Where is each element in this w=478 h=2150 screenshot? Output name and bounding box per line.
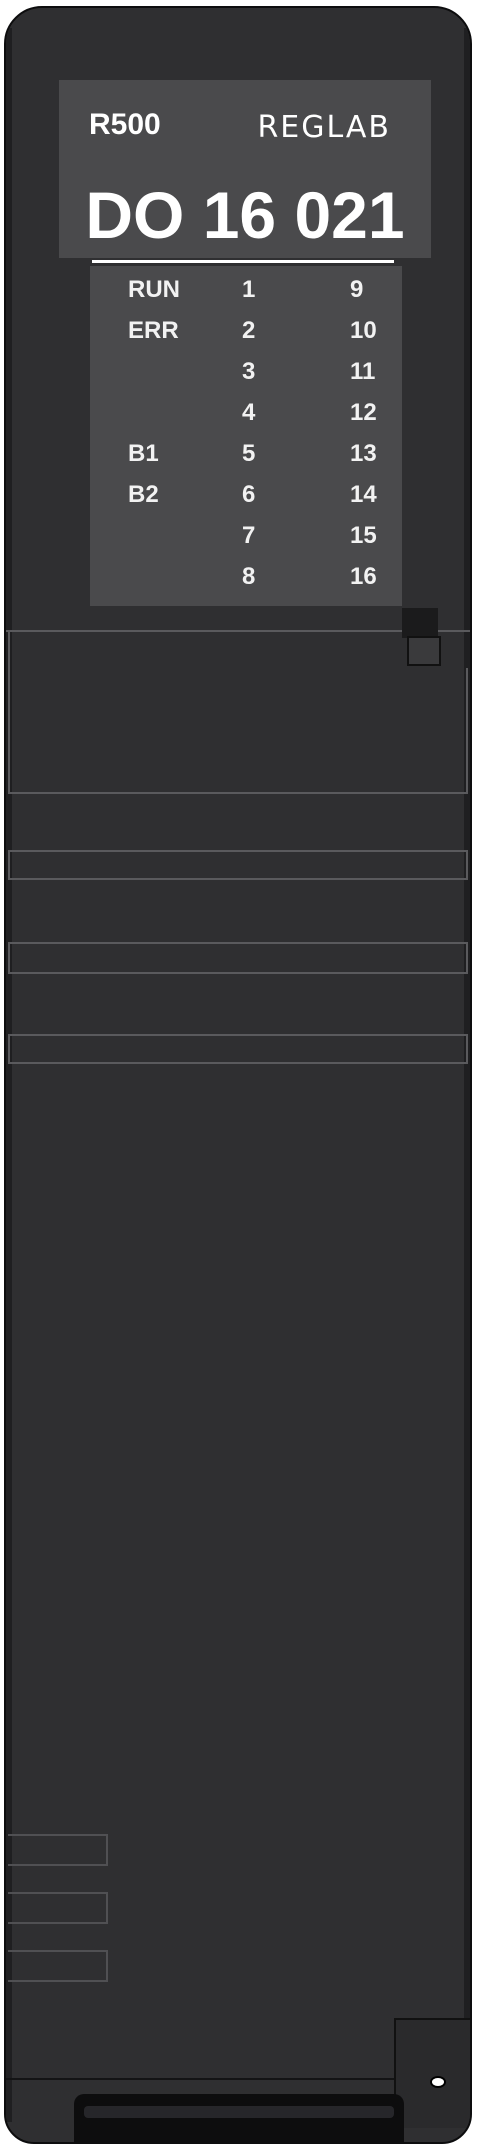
led-channel-label: 12 (350, 399, 377, 426)
groove-line (8, 972, 468, 974)
cover-bottom-edge (8, 792, 468, 794)
led-row: B1 5 13 (90, 440, 402, 481)
housing-bevel-left (6, 28, 12, 2122)
groove-edge (466, 1034, 468, 1064)
led-status-label: ERR (128, 317, 179, 344)
led-row: 3 11 (90, 358, 402, 399)
led-channel-label: 11 (350, 358, 376, 385)
led-channel-label: 3 (242, 358, 256, 385)
led-channel-label: 10 (350, 317, 377, 344)
model-label: R500 (89, 108, 161, 141)
led-status-label: B1 (128, 440, 159, 467)
module-title: DO 16 021 (85, 178, 405, 252)
groove-line (8, 1062, 468, 1064)
cover-right-edge (466, 668, 468, 794)
groove-edge (466, 850, 468, 880)
led-channel-label: 5 (242, 440, 256, 467)
vent-slot (8, 1950, 108, 1982)
base-mount-tab (394, 2018, 470, 2128)
din-rail-latch[interactable] (74, 2094, 404, 2142)
brand-logo: REGLAB (257, 110, 391, 145)
title-divider (92, 260, 394, 263)
led-row: B2 6 14 (90, 481, 402, 522)
plc-module-housing: R500 REGLAB DO 16 021 RUN 1 9 ERR 2 10 3… (4, 6, 472, 2144)
led-channel-label: 7 (242, 522, 256, 549)
groove-edge (8, 1034, 10, 1064)
groove-edge (8, 850, 10, 880)
led-channel-label: 6 (242, 481, 256, 508)
housing-bevel-right (464, 28, 470, 2122)
led-row: 7 15 (90, 522, 402, 563)
led-channel-label: 14 (350, 481, 377, 508)
led-status-label: RUN (128, 276, 180, 303)
led-channel-label: 9 (350, 276, 364, 303)
led-channel-label: 4 (242, 399, 256, 426)
groove-line (8, 850, 468, 852)
led-channel-label: 15 (350, 522, 377, 549)
led-row: 8 16 (90, 563, 402, 604)
led-channel-label: 2 (242, 317, 256, 344)
vent-slot (8, 1892, 108, 1924)
led-row: RUN 1 9 (90, 276, 402, 317)
led-indicator-panel: RUN 1 9 ERR 2 10 3 11 4 12 B1 5 13 B2 6 … (90, 266, 402, 606)
cover-release-tab[interactable] (407, 636, 441, 666)
led-channel-label: 13 (350, 440, 377, 467)
groove-line (8, 1034, 468, 1036)
vent-slot (8, 1834, 108, 1866)
led-channel-label: 8 (242, 563, 256, 590)
latch-grip (84, 2106, 394, 2118)
cover-tab-shadow (402, 608, 438, 638)
groove-line (8, 878, 468, 880)
led-channel-label: 1 (242, 276, 256, 303)
groove-line (8, 942, 468, 944)
led-row: ERR 2 10 (90, 317, 402, 358)
cover-left-edge (8, 632, 10, 794)
groove-edge (8, 942, 10, 974)
groove-edge (466, 942, 468, 974)
cover-top-edge (6, 630, 470, 632)
led-channel-label: 16 (350, 563, 377, 590)
screw-hole-icon (430, 2076, 446, 2088)
module-label-panel: R500 REGLAB DO 16 021 (59, 80, 431, 258)
led-status-label: B2 (128, 481, 159, 508)
led-row: 4 12 (90, 399, 402, 440)
